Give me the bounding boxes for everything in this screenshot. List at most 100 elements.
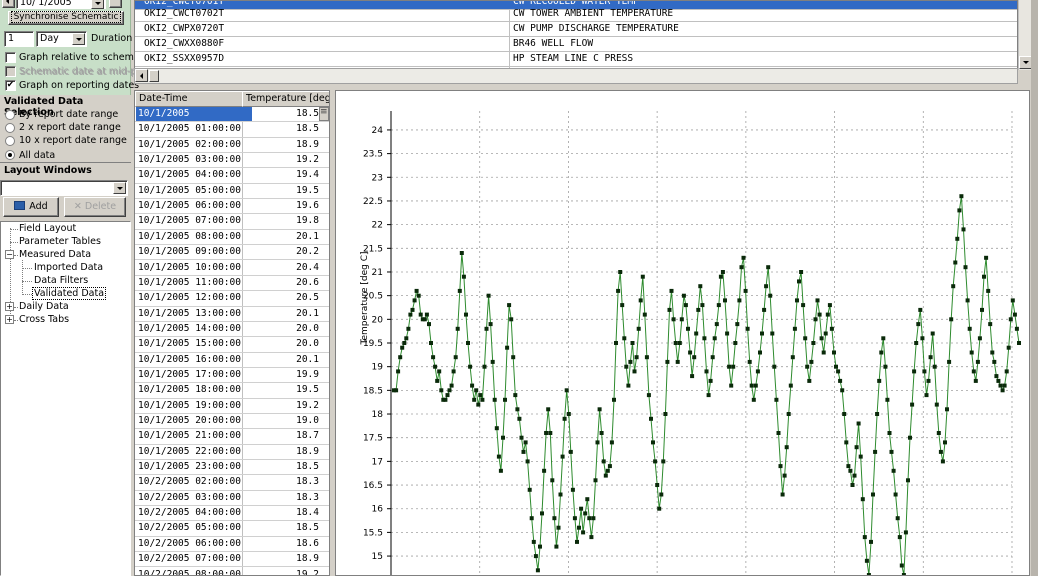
radio-by-report-date[interactable] — [5, 110, 15, 120]
tag-row[interactable]: OKI2_CWCT0702T CW TOWER AMBIENT TEMPERAT… — [135, 7, 1017, 22]
data-point — [593, 478, 598, 483]
tree-item-validated-data[interactable]: Validated Data — [32, 287, 107, 300]
cell-datetime: 10/1/2005 02:00:00 — [138, 138, 241, 150]
cell-temperature: 19.6 — [296, 200, 319, 212]
data-point — [470, 383, 475, 388]
data-point — [873, 449, 878, 454]
date-field[interactable]: 10/ 1/2005 — [16, 0, 106, 9]
table-row[interactable]: 10/1/2005 03:00:00 19.2 — [135, 153, 329, 169]
table-row[interactable]: 10/1/2005 19:00:00 19.2 — [135, 399, 329, 414]
tree-item-field-layout[interactable]: Field Layout — [19, 223, 76, 234]
data-point — [437, 369, 442, 374]
chevron-down-icon[interactable] — [113, 182, 126, 194]
data-point — [716, 303, 721, 308]
table-row[interactable]: 10/1/2005 01:00:00 18.5 — [135, 122, 329, 138]
data-point — [575, 539, 579, 544]
chevron-down-icon[interactable] — [91, 0, 104, 9]
table-row[interactable]: 10/1/2005 21:00:00 18.7 — [135, 429, 329, 445]
cell-datetime: 10/1/2005 09:00:00 — [138, 246, 241, 258]
data-point — [552, 516, 557, 521]
table-row[interactable]: 10/1/2005 22:00:00 18.9 — [135, 445, 329, 461]
scroll-thumb[interactable] — [149, 70, 159, 82]
radio-all-data[interactable] — [5, 150, 15, 160]
data-point — [1006, 345, 1011, 350]
scroll-thumb[interactable] — [319, 107, 329, 121]
table-row[interactable]: 10/2/2005 02:00:00 18.3 — [135, 475, 329, 491]
tree-item-data-filters[interactable]: Data Filters — [34, 275, 88, 286]
cell-datetime: 10/1/2005 04:00:00 — [138, 169, 241, 181]
table-row[interactable]: 10/1/2005 17:00:00 19.9 — [135, 368, 329, 384]
tag-row[interactable]: OKI2_CWXX0880F BR46 WELL FLOW — [135, 37, 1017, 52]
column-header-datetime[interactable]: Date-Time — [135, 91, 243, 107]
table-vertical-scrollbar[interactable] — [319, 107, 329, 575]
tree-item-daily-data[interactable]: Daily Data — [19, 301, 69, 312]
tree-item-parameter-tables[interactable]: Parameter Tables — [19, 236, 101, 247]
table-row[interactable]: 10/1/2005 12:00:00 20.5 — [135, 291, 329, 307]
duration-unit-select[interactable]: Day — [36, 31, 87, 47]
table-row[interactable]: 10/1/2005 04:00:00 19.4 — [135, 168, 329, 184]
table-row[interactable]: 10/2/2005 05:00:00 18.5 — [135, 521, 329, 537]
cell-datetime: 10/2/2005 07:00:00 — [138, 553, 241, 565]
table-row[interactable]: 10/1/2005 18.5 — [135, 107, 329, 123]
table-row[interactable]: 10/1/2005 16:00:00 20.1 — [135, 353, 329, 368]
table-row[interactable]: 10/2/2005 03:00:00 18.3 — [135, 491, 329, 507]
data-point — [492, 397, 497, 402]
data-point — [464, 312, 468, 317]
radio-10x-report[interactable] — [5, 136, 15, 146]
table-row[interactable]: 10/1/2005 11:00:00 20.6 — [135, 276, 329, 292]
series-line — [394, 196, 1020, 575]
table-row[interactable]: 10/1/2005 20:00:00 19.0 — [135, 414, 329, 430]
table-row[interactable]: 10/2/2005 04:00:00 18.4 — [135, 506, 329, 522]
synchronise-schematic-button[interactable]: Synchronise Schematic — [8, 11, 124, 25]
duration-value-field[interactable]: 1 — [4, 31, 34, 47]
table-row[interactable]: 10/1/2005 13:00:00 20.1 — [135, 307, 329, 322]
table-row[interactable]: 10/1/2005 18:00:00 19.5 — [135, 383, 329, 399]
table-row[interactable]: 10/1/2005 23:00:00 18.5 — [135, 460, 329, 476]
data-point — [792, 326, 797, 331]
table-row[interactable]: 10/1/2005 08:00:00 20.1 — [135, 230, 329, 246]
data-point — [801, 303, 806, 308]
cell-temperature: 18.9 — [296, 553, 319, 565]
data-point — [605, 468, 610, 473]
prev-date-button[interactable] — [2, 0, 15, 8]
tree-item-imported-data[interactable]: Imported Data — [34, 262, 103, 273]
table-row[interactable]: 10/1/2005 10:00:00 20.4 — [135, 261, 329, 276]
layout-select[interactable] — [0, 180, 128, 196]
chevron-down-icon[interactable] — [72, 33, 85, 45]
table-row[interactable]: 10/2/2005 06:00:00 18.6 — [135, 537, 329, 553]
tag-grid-vertical-scrollbar[interactable] — [1018, 0, 1032, 70]
table-row[interactable]: 10/2/2005 07:00:00 18.9 — [135, 552, 329, 568]
table-row[interactable]: 10/1/2005 14:00:00 20.0 — [135, 322, 329, 338]
add-layout-button[interactable]: Add — [3, 197, 59, 217]
data-point — [466, 341, 470, 345]
expand-icon[interactable]: + — [5, 302, 14, 311]
data-point — [513, 393, 518, 398]
tag-grid-horizontal-scrollbar[interactable] — [134, 68, 1018, 84]
tag-row[interactable]: OKI2_SSXX0957D HP STEAM LINE C PRESS — [135, 52, 1017, 67]
table-row[interactable]: 10/1/2005 05:00:00 19.5 — [135, 184, 329, 200]
collapse-icon[interactable]: − — [5, 250, 14, 259]
scroll-left-icon[interactable] — [135, 69, 148, 82]
tag-row[interactable]: OKI2_CWPX0720T CW PUMP DISCHARGE TEMPERA… — [135, 22, 1017, 37]
data-point — [478, 393, 483, 398]
data-point — [871, 492, 875, 497]
table-row[interactable]: 10/2/2005 08:00:00 19.2 — [135, 568, 329, 576]
data-point — [447, 388, 452, 393]
tree-item-measured-data[interactable]: Measured Data — [19, 249, 91, 260]
table-row[interactable]: 10/1/2005 15:00:00 20.0 — [135, 337, 329, 353]
data-point — [1000, 388, 1005, 393]
table-row[interactable]: 10/1/2005 09:00:00 20.2 — [135, 245, 329, 261]
expand-icon[interactable]: + — [5, 315, 14, 324]
column-header-temperature[interactable]: Temperature [deg — [242, 91, 329, 107]
table-row[interactable]: 10/1/2005 07:00:00 19.8 — [135, 214, 329, 230]
next-date-button[interactable] — [109, 0, 122, 8]
data-point — [936, 431, 941, 435]
data-point — [893, 492, 898, 497]
radio-2x-report[interactable] — [5, 123, 15, 133]
graph-relative-checkbox[interactable] — [5, 52, 16, 63]
table-row[interactable]: 10/1/2005 06:00:00 19.6 — [135, 199, 329, 215]
graph-reporting-dates-checkbox[interactable]: ✔ — [5, 80, 16, 91]
table-row[interactable]: 10/1/2005 02:00:00 18.9 — [135, 138, 329, 154]
cell-temperature: 19.4 — [296, 169, 319, 181]
tree-item-cross-tabs[interactable]: Cross Tabs — [19, 314, 69, 325]
